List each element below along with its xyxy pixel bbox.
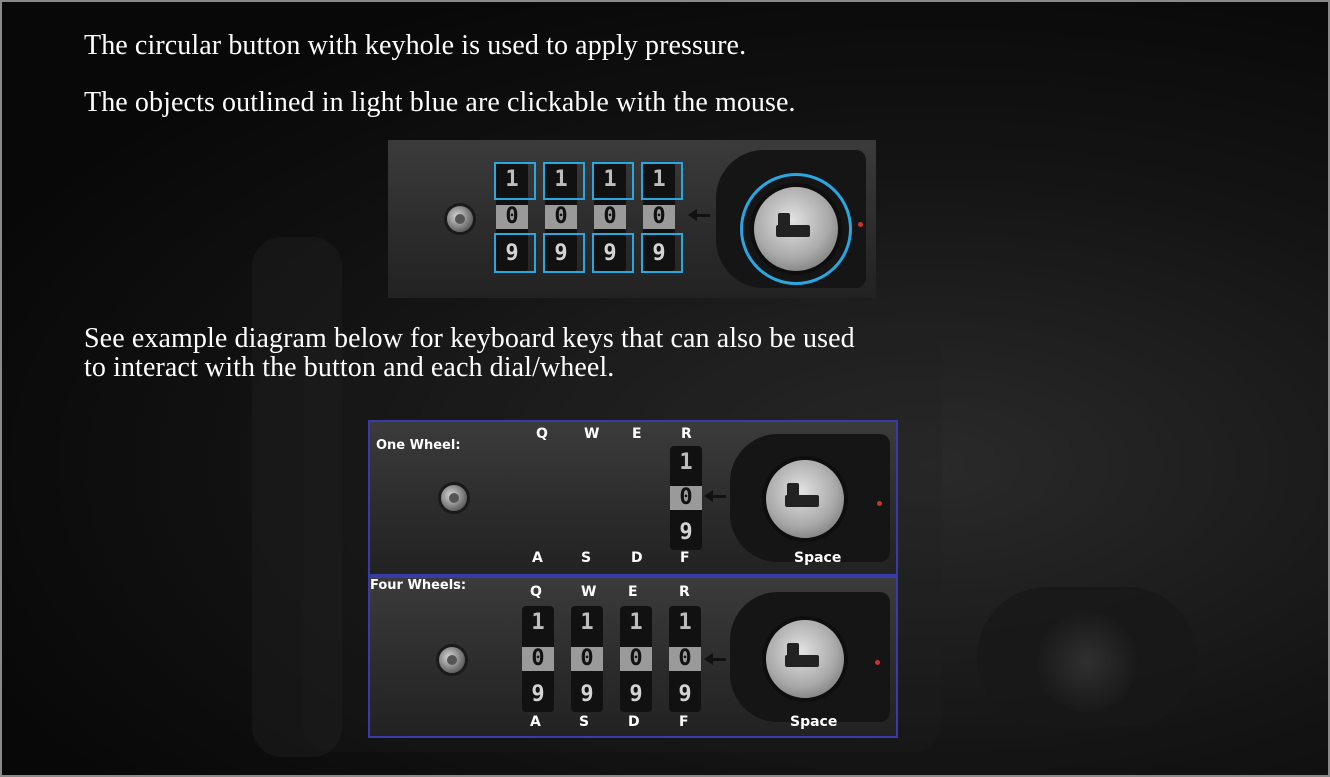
wheel-4-mid-digit: 0 [669, 646, 701, 671]
key-s-label: S [579, 714, 590, 730]
wheel-4-mid-digit: 0 [643, 205, 675, 229]
instruction-line-4: to interact with the button and each dia… [84, 352, 615, 383]
key-q-label: Q [530, 584, 542, 600]
key-a-label: A [532, 550, 543, 566]
four-wheels-diagram: Four Wheels: Q W E R 1 0 9 1 0 9 1 0 9 1… [368, 576, 898, 738]
key-e-label: E [632, 426, 642, 442]
wheel-2-down-target[interactable] [543, 233, 585, 273]
key-w-label: W [581, 584, 597, 600]
key-r-label: R [681, 426, 692, 442]
indicator-dot [858, 222, 863, 227]
single-wheel-mid-digit: 0 [670, 486, 702, 510]
key-s-label: S [581, 550, 592, 566]
instruction-line-1: The circular button with keyhole is used… [84, 30, 747, 61]
four-wheels-caption: Four Wheels: [370, 578, 467, 593]
example-lock: 1 0 9 1 0 9 1 0 9 1 0 9 [388, 140, 876, 298]
wheel-2-top-digit: 1 [580, 610, 594, 636]
key-e-label: E [628, 584, 638, 600]
single-dial-wheel: 1 0 9 [670, 446, 702, 550]
wheel-4-up-target[interactable] [641, 162, 683, 200]
space-key-label: Space [794, 550, 842, 566]
key-q-label: Q [536, 426, 548, 442]
arrow-left-icon [704, 653, 726, 665]
dial-wheel-2: 1 0 9 [571, 606, 603, 712]
wheel-1-mid-digit: 0 [496, 205, 528, 229]
wheel-4-top-digit: 1 [678, 610, 692, 636]
one-wheel-diagram: One Wheel: Q W E R 1 0 9 A S D F Space [368, 420, 898, 576]
keyhole-button[interactable] [750, 183, 842, 275]
instruction-line-2: The objects outlined in light blue are c… [84, 87, 796, 118]
dial-wheel-4: 1 0 9 [669, 606, 701, 712]
wheel-3-mid-digit: 0 [620, 646, 652, 671]
wheel-3-mid-digit: 0 [594, 205, 626, 229]
wheel-3-up-target[interactable] [592, 162, 634, 200]
wheel-4-bottom-digit: 9 [678, 681, 692, 707]
screw-icon [438, 482, 470, 514]
wheel-1-mid-digit: 0 [522, 646, 554, 671]
key-d-label: D [628, 714, 640, 730]
arrow-left-icon [704, 490, 726, 502]
instruction-line-3: See example diagram below for keyboard k… [84, 323, 855, 354]
dial-wheel-3: 1 0 9 [620, 606, 652, 712]
dial-wheel-1: 1 0 9 [522, 606, 554, 712]
wheel-1-up-target[interactable] [494, 162, 536, 200]
single-wheel-top-digit: 1 [679, 450, 693, 475]
wheel-2-mid-digit: 0 [571, 646, 603, 671]
wheel-3-top-digit: 1 [629, 610, 643, 636]
wheel-2-up-target[interactable] [543, 162, 585, 200]
keyhole-button [762, 456, 848, 542]
screw-icon [436, 644, 468, 676]
keyhole-notch-icon [787, 483, 799, 501]
wheel-2-mid-digit: 0 [545, 205, 577, 229]
wheel-1-down-target[interactable] [494, 233, 536, 273]
wheel-1-top-digit: 1 [531, 610, 545, 636]
key-d-label: D [631, 550, 643, 566]
wheel-4-down-target[interactable] [641, 233, 683, 273]
key-f-label: F [679, 714, 689, 730]
keyhole-button [762, 616, 848, 702]
wheel-1-bottom-digit: 9 [531, 681, 545, 707]
key-f-label: F [680, 550, 690, 566]
arrow-left-icon [688, 209, 710, 221]
background-keyhole [1037, 612, 1137, 712]
single-wheel-bottom-digit: 9 [679, 520, 693, 545]
wheel-2-bottom-digit: 9 [580, 681, 594, 707]
wheel-3-down-target[interactable] [592, 233, 634, 273]
indicator-dot [877, 501, 882, 506]
key-a-label: A [530, 714, 541, 730]
key-r-label: R [679, 584, 690, 600]
key-w-label: W [584, 426, 600, 442]
keyhole-notch-icon [778, 213, 790, 231]
one-wheel-caption: One Wheel: [376, 438, 461, 453]
indicator-dot [875, 660, 880, 665]
screw-icon [444, 203, 476, 235]
space-key-label: Space [790, 714, 838, 730]
wheel-3-bottom-digit: 9 [629, 681, 643, 707]
keyhole-notch-icon [787, 643, 799, 661]
